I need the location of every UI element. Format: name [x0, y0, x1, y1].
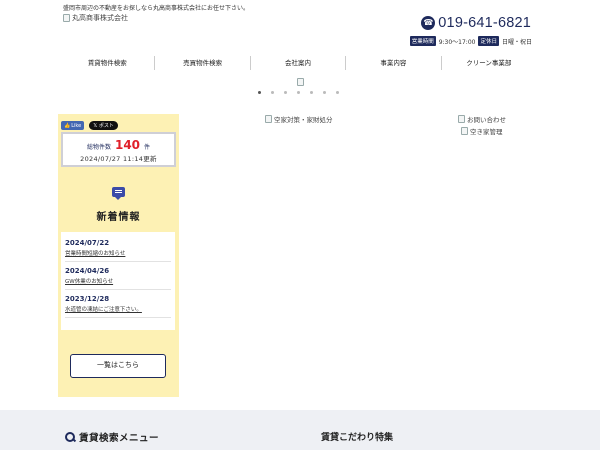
rental-search-menu-heading: 賃貸検索メニュー	[65, 430, 159, 444]
banner-image-icon	[458, 115, 465, 123]
phone-number: 019-641-6821	[438, 15, 531, 31]
site-tagline: 盛岡市周辺の不動産をお探しなら丸高商事株式会社にお任せ下さい。	[63, 5, 250, 12]
facebook-like-button[interactable]: 👍 Like	[61, 121, 85, 130]
banner-akiya-alt: 空家対策・家財処分	[274, 116, 333, 124]
property-count-box: 総物件数 140 件 2024/07/27 11:14更新	[61, 132, 176, 167]
bottom-section: 賃貸検索メニュー 賃貸こだわり特集	[0, 410, 600, 450]
slider-dot[interactable]	[258, 91, 261, 94]
phone-icon: ☎	[421, 16, 436, 30]
rental-search-menu-title: 賃貸検索メニュー	[79, 433, 160, 444]
holiday-value: 日曜・祝日	[501, 38, 532, 46]
fb-like-label: Like	[71, 122, 82, 129]
x-post-label: ポスト	[98, 123, 114, 129]
sidebar: 👍 Like 𝕏 ポスト 総物件数 140 件 2024/07/27 11:14…	[58, 114, 179, 397]
news-more-button[interactable]: 一覧はこちら	[70, 354, 166, 378]
hours-value: 9:30～17:00	[438, 38, 476, 46]
slider-dot[interactable]	[310, 91, 313, 94]
nav-item-business[interactable]: 事業内容	[346, 56, 442, 70]
slider-dot[interactable]	[284, 91, 287, 94]
banner-kanri-alt: 空き家管理	[470, 128, 503, 136]
holiday-badge: 定休日	[478, 36, 499, 46]
property-count-updated: 2024/07/27 11:14更新	[80, 155, 157, 163]
social-buttons: 👍 Like 𝕏 ポスト	[61, 121, 118, 130]
property-count-label: 総物件数	[87, 144, 112, 151]
chat-bubble-icon	[112, 187, 125, 200]
slider-image-icon	[297, 78, 304, 86]
global-nav: 賃貸物件検索 売買物件検索 会社案内 事業内容 クリーン事業部	[60, 56, 536, 70]
nav-item-clean[interactable]: クリーン事業部	[442, 56, 536, 70]
news-link[interactable]: 水道管の凍結にご注意下さい。	[65, 305, 171, 313]
banner-akiya-kanri[interactable]: 空き家管理	[461, 126, 503, 136]
list-item: 2023/12/28 水道管の凍結にご注意下さい。	[65, 290, 171, 318]
rental-feature-heading: 賃貸こだわり特集	[321, 430, 393, 447]
news-link[interactable]: GW休業のお知らせ	[65, 277, 171, 285]
news-date: 2024/07/22	[65, 239, 110, 247]
nav-item-company[interactable]: 会社案内	[251, 56, 347, 70]
news-link[interactable]: 営業時間短縮のお知らせ	[65, 249, 171, 257]
slider-dot[interactable]	[271, 91, 274, 94]
property-count-value: 140	[114, 138, 141, 152]
banner-akiya-taisaku[interactable]: 空家対策・家財処分	[265, 114, 333, 124]
banner-contact-alt: お問い合わせ	[467, 116, 506, 124]
slider-dot[interactable]	[336, 91, 339, 94]
nav-item-sale-search[interactable]: 売買物件検索	[155, 56, 251, 70]
phone-contact[interactable]: ☎ 019-641-6821	[421, 15, 531, 31]
list-item: 2024/04/26 GW休業のお知らせ	[65, 262, 171, 290]
company-logo[interactable]: 丸高商事株式会社	[63, 13, 128, 23]
x-post-button[interactable]: 𝕏 ポスト	[89, 121, 118, 130]
logo-alt-text: 丸高商事株式会社	[72, 14, 128, 22]
thumb-up-icon: 👍	[64, 122, 71, 129]
banner-image-icon	[461, 127, 468, 135]
news-date: 2024/04/26	[65, 267, 110, 275]
property-count-unit: 件	[143, 144, 150, 151]
business-hours: 営業時間 9:30～17:00 定休日 日曜・祝日	[409, 36, 532, 46]
news-list: 2024/07/22 営業時間短縮のお知らせ 2024/04/26 GW休業のお…	[61, 232, 175, 330]
news-heading: 新着情報	[96, 212, 141, 223]
slider-dot[interactable]	[323, 91, 326, 94]
nav-item-rental-search[interactable]: 賃貸物件検索	[60, 56, 156, 70]
news-date: 2023/12/28	[65, 295, 110, 303]
slider-dots	[258, 91, 339, 94]
search-icon	[65, 432, 75, 442]
slider-dot[interactable]	[297, 91, 300, 94]
hours-badge: 営業時間	[409, 36, 436, 46]
banner-image-icon	[265, 115, 272, 123]
list-item: 2024/07/22 営業時間短縮のお知らせ	[65, 234, 171, 262]
banner-contact[interactable]: お問い合わせ	[458, 114, 506, 124]
logo-image-icon	[63, 14, 70, 22]
